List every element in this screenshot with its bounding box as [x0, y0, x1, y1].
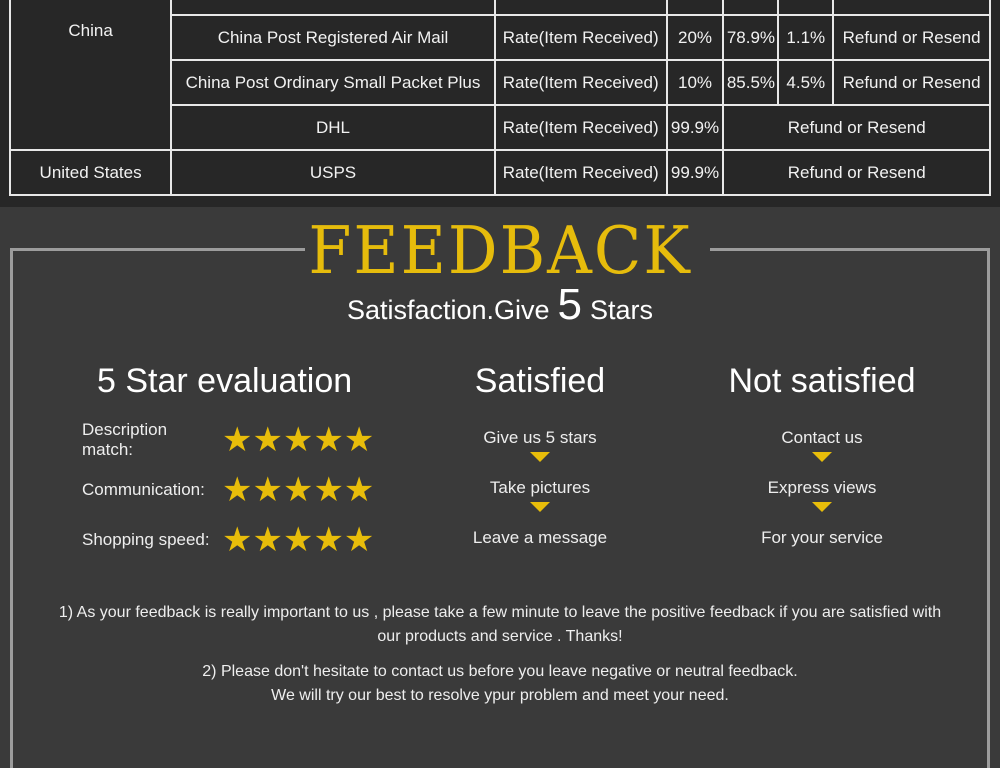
table-row: China: [8, 0, 991, 151]
policy-cell: Refund or Resend: [832, 14, 991, 61]
step: Leave a message: [472, 528, 608, 547]
satisfied-column: Satisfied Give us 5 stars Take pictures …: [420, 362, 660, 577]
star-icons: ★★★★★: [222, 471, 375, 509]
arrow-down-icon: [530, 502, 550, 512]
method-cell: DHL: [170, 104, 496, 151]
value-cell: 20%: [665, 14, 725, 61]
arrow-down-icon: [812, 452, 832, 462]
five-star-column: 5 Star evaluation Description match: ★★★★…: [82, 362, 392, 565]
step: For your service: [761, 528, 883, 547]
feedback-title: FEEDBACK: [308, 212, 692, 289]
value-cell: 10%: [665, 59, 725, 106]
method-cell: China Post Ordinary Small Packet Plus: [170, 59, 496, 106]
arrow-down-icon: [812, 502, 832, 512]
value-cell: 99.9%: [665, 149, 725, 196]
method-cell: China Post Registered Air Mail: [170, 14, 496, 61]
policy-cell: Refund or Resend: [722, 149, 991, 196]
step: Take pictures: [489, 478, 591, 497]
rate-label: Rate(Item Received): [493, 59, 668, 106]
star-icons: ★★★★★: [222, 521, 375, 559]
value-cell: 99.9%: [665, 104, 725, 151]
rating-row: Communication: ★★★★★: [82, 471, 375, 509]
arrow-down-icon: [530, 452, 550, 462]
rate-label: Rate(Item Received): [493, 149, 668, 196]
not-satisfied-heading: Not satisfied: [728, 362, 916, 400]
not-satisfied-column: Not satisfied Contact us Express views F…: [702, 362, 942, 577]
shipping-table: China China Post Registered Air Mail Rate…: [8, 0, 991, 196]
note-1: 1) As your feedback is really important …: [58, 604, 942, 645]
five-star-heading: 5 Star evaluation: [97, 362, 353, 400]
rating-row: Description match: ★★★★★: [82, 420, 375, 459]
value-cell: 85.5%: [722, 59, 780, 106]
country-cell: China: [8, 0, 173, 151]
table-row: United States USPS Rate(Item Received) 99.9…: [8, 149, 991, 196]
rate-label: Rate(Item Received): [493, 14, 668, 61]
satisfied-heading: Satisfied: [474, 362, 606, 400]
shipping-section: China China Post Registered Air Mail Rate…: [0, 0, 1000, 207]
method-cell: USPS: [170, 149, 496, 196]
step: Contact us: [781, 428, 863, 447]
step: Express views: [767, 478, 877, 497]
star-icons: ★★★★★: [222, 421, 375, 459]
value-cell: 1.1%: [777, 14, 835, 61]
value-cell: 78.9%: [722, 14, 780, 61]
policy-cell: Refund or Resend: [832, 59, 991, 106]
country-cell: United States: [8, 149, 173, 196]
value-cell: 4.5%: [777, 59, 835, 106]
rating-row: Shopping speed: ★★★★★: [82, 521, 375, 559]
step: Give us 5 stars: [483, 428, 597, 447]
note-2: 2) Please don't hesitate to contact us b…: [202, 663, 798, 704]
feedback-subtitle: Satisfaction.Give 5 Stars: [346, 280, 654, 329]
rate-label: Rate(Item Received): [493, 104, 668, 151]
policy-cell: Refund or Resend: [722, 104, 991, 151]
